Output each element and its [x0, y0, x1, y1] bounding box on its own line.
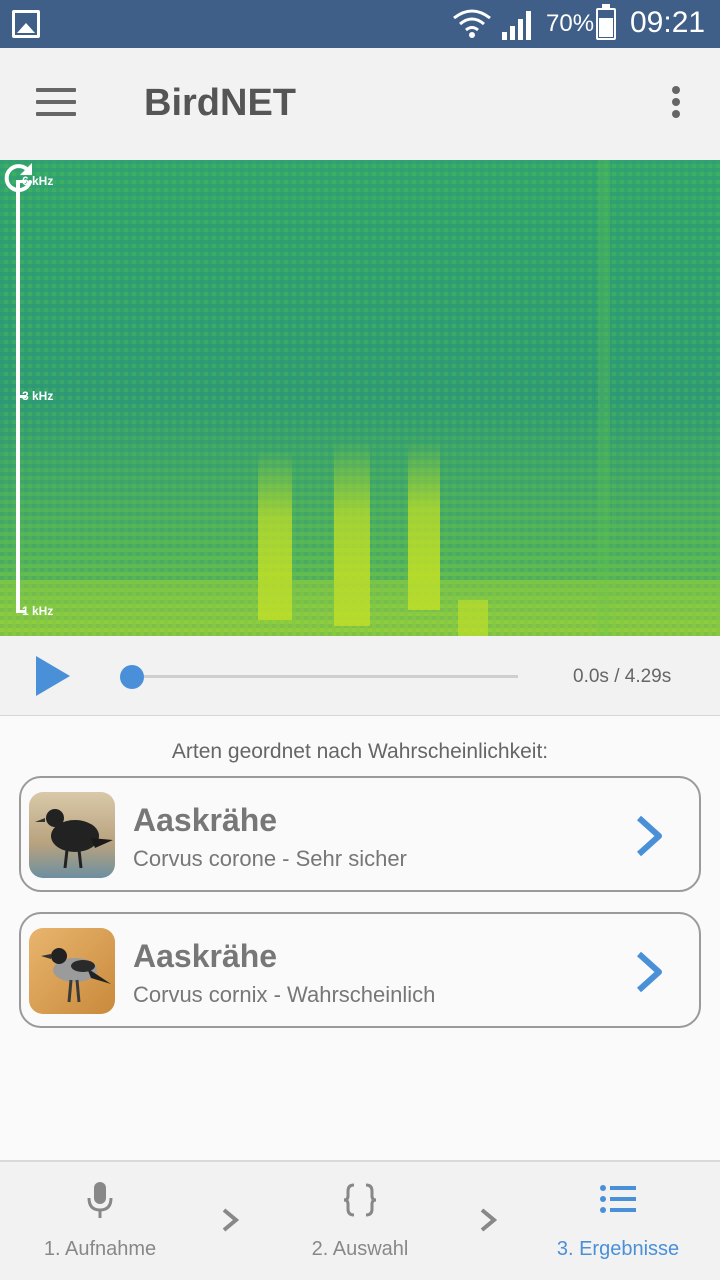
bottom-navigation: 1. Aufnahme 2. Auswahl 3. Ergebnisse [0, 1160, 720, 1280]
bird-thumbnail [29, 928, 115, 1014]
results-heading: Arten geordnet nach Wahrscheinlichkeit: [171, 740, 549, 763]
gallery-icon [12, 10, 40, 38]
result-card[interactable]: Aaskrähe Corvus corone - Sehr sicher [19, 776, 701, 892]
menu-icon[interactable] [36, 88, 76, 118]
list-icon [600, 1185, 636, 1213]
braces-icon [343, 1183, 377, 1217]
chevron-right-icon [636, 815, 662, 857]
bird-thumbnail [29, 792, 115, 878]
status-bar: 70% 09:21 [0, 0, 720, 48]
frequency-label-mid: 3 kHz [22, 389, 54, 403]
wifi-icon [453, 9, 491, 38]
audio-player: 0.0s / 4.29s [0, 636, 720, 716]
nav-item-results[interactable]: 3. Ergebnisse [540, 1162, 696, 1280]
spectrogram[interactable]: 6 kHz 3 kHz 1 kHz [0, 160, 720, 636]
refresh-icon[interactable] [0, 160, 36, 196]
nav-label: 2. Auswahl [311, 1238, 409, 1260]
chevron-right-icon [636, 951, 662, 993]
battery-percentage: 70% [546, 10, 595, 37]
signal-icon [502, 11, 531, 40]
seek-thumb[interactable] [120, 665, 144, 689]
species-name: Aaskrähe [133, 938, 278, 974]
chevron-right-icon [480, 1208, 498, 1232]
playback-time: 0.0s / 4.29s [573, 666, 672, 687]
nav-label: 3. Ergebnisse [556, 1238, 680, 1260]
species-detail: Corvus cornix - Wahrscheinlich [133, 982, 436, 1007]
species-detail: Corvus corone - Sehr sicher [133, 846, 407, 871]
seek-bar[interactable] [130, 675, 518, 678]
result-card[interactable]: Aaskrähe Corvus cornix - Wahrscheinlich [19, 912, 701, 1028]
spectrogram-image [0, 160, 720, 636]
microphone-icon [87, 1182, 113, 1218]
overflow-menu-icon[interactable] [668, 86, 684, 122]
battery-icon [596, 4, 616, 40]
species-name: Aaskrähe [133, 802, 278, 838]
nav-item-recording[interactable]: 1. Aufnahme [20, 1162, 180, 1280]
nav-item-selection[interactable]: 2. Auswahl [280, 1162, 440, 1280]
chevron-right-icon [222, 1208, 240, 1232]
nav-label: 1. Aufnahme [43, 1238, 157, 1260]
play-button[interactable] [36, 656, 70, 696]
frequency-label-low: 1 kHz [22, 604, 54, 618]
app-title: BirdNET [144, 82, 296, 124]
app-bar: BirdNET [0, 48, 720, 160]
clock: 09:21 [630, 6, 706, 39]
